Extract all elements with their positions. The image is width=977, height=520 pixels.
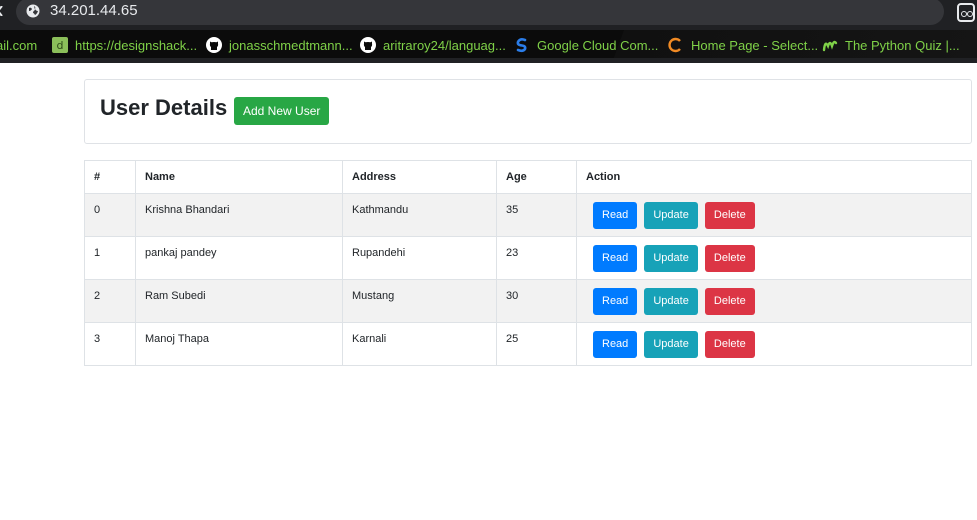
cell-actions: Read Update Delete	[576, 193, 972, 237]
header-card: User Details Add New User	[84, 79, 972, 144]
bookmark-label: jonasschmedtmann...	[229, 37, 353, 53]
bookmark-github-jonas[interactable]: jonasschmedtmann...	[206, 36, 353, 54]
cell-name: Manoj Thapa	[135, 322, 343, 366]
github-icon	[206, 37, 222, 53]
add-new-user-button[interactable]: Add New User	[234, 97, 330, 125]
svg-text:d: d	[57, 39, 64, 52]
bookmark-label: The Python Quiz |...	[845, 37, 960, 53]
table-row: 3 Manoj Thapa Karnali 25 Read Update Del…	[84, 322, 972, 366]
update-button[interactable]: Update	[644, 202, 698, 229]
column-header-name: Name	[135, 160, 343, 194]
back-arrow-icon[interactable]	[0, 6, 4, 16]
bookmark-label: Google Cloud Com...	[537, 37, 659, 53]
bookmark-label: ail.com	[0, 37, 38, 53]
address-row: 34.201.44.65	[0, 0, 977, 26]
cell-id: 2	[84, 279, 136, 323]
read-button[interactable]: Read	[593, 202, 638, 229]
cell-age: 23	[496, 236, 577, 280]
column-header-action: Action	[576, 160, 972, 194]
bookmark-label: https://designshack...	[75, 37, 198, 53]
delete-button[interactable]: Delete	[704, 245, 755, 272]
cell-name: Krishna Bhandari	[135, 193, 343, 237]
reading-mode-icon[interactable]	[957, 3, 975, 22]
globe-icon	[26, 4, 40, 18]
cell-address: Mustang	[342, 279, 497, 323]
delete-button[interactable]: Delete	[704, 331, 755, 358]
bookmarks-bar: ail.com d https://designshack... jonassc…	[0, 30, 977, 58]
bookmark-label: aritraroy24/languag...	[383, 37, 506, 53]
read-button[interactable]: Read	[593, 288, 638, 315]
cell-id: 1	[84, 236, 136, 280]
table-row: 2 Ram Subedi Mustang 30 Read Update Dele…	[84, 279, 972, 323]
update-button[interactable]: Update	[644, 245, 698, 272]
browser-chrome: 34.201.44.65 ail.com d https://designsha…	[0, 0, 977, 63]
column-header-id: #	[84, 160, 136, 194]
cell-age: 30	[496, 279, 577, 323]
bookmark-label: Home Page - Select...	[691, 37, 819, 53]
url-text: 34.201.44.65	[50, 2, 138, 19]
bookmark-mail[interactable]: ail.com	[0, 36, 37, 54]
github-icon	[360, 37, 376, 53]
google-cloud-icon	[516, 38, 527, 53]
cell-age: 25	[496, 322, 577, 366]
cell-name: Ram Subedi	[135, 279, 343, 323]
cell-address: Karnali	[342, 322, 497, 366]
cell-id: 0	[84, 193, 136, 237]
cell-address: Kathmandu	[342, 193, 497, 237]
column-header-age: Age	[496, 160, 577, 194]
bookmark-designshack[interactable]: d https://designshack...	[52, 36, 197, 54]
update-button[interactable]: Update	[644, 331, 698, 358]
table-row: 0 Krishna Bhandari Kathmandu 35 Read Upd…	[84, 193, 972, 237]
delete-button[interactable]: Delete	[704, 288, 755, 315]
python-quiz-icon	[822, 40, 838, 52]
update-button[interactable]: Update	[644, 288, 698, 315]
cell-actions: Read Update Delete	[576, 236, 972, 280]
address-bar[interactable]: 34.201.44.65	[16, 0, 944, 25]
read-button[interactable]: Read	[593, 331, 638, 358]
page-title: User Details	[100, 95, 228, 120]
cell-actions: Read Update Delete	[576, 322, 972, 366]
designshack-icon: d	[52, 37, 68, 53]
cell-id: 3	[84, 322, 136, 366]
bookmark-github-aritra[interactable]: aritraroy24/languag...	[360, 36, 506, 54]
bookmark-google-cloud[interactable]: Google Cloud Com...	[514, 36, 658, 54]
table-header-row: # Name Address Age Action	[84, 160, 972, 194]
home-page-icon	[668, 37, 681, 53]
table-row: 1 pankaj pandey Rupandehi 23 Read Update…	[84, 236, 972, 280]
delete-button[interactable]: Delete	[704, 202, 755, 229]
users-table: # Name Address Age Action 0 Krishna Bhan…	[84, 160, 972, 366]
column-header-address: Address	[342, 160, 497, 194]
cell-actions: Read Update Delete	[576, 279, 972, 323]
cell-name: pankaj pandey	[135, 236, 343, 280]
cell-age: 35	[496, 193, 577, 237]
bookmark-python-quiz[interactable]: The Python Quiz |...	[822, 36, 960, 54]
cell-address: Rupandehi	[342, 236, 497, 280]
bookmark-home-page[interactable]: Home Page - Select...	[668, 36, 818, 54]
read-button[interactable]: Read	[593, 245, 638, 272]
